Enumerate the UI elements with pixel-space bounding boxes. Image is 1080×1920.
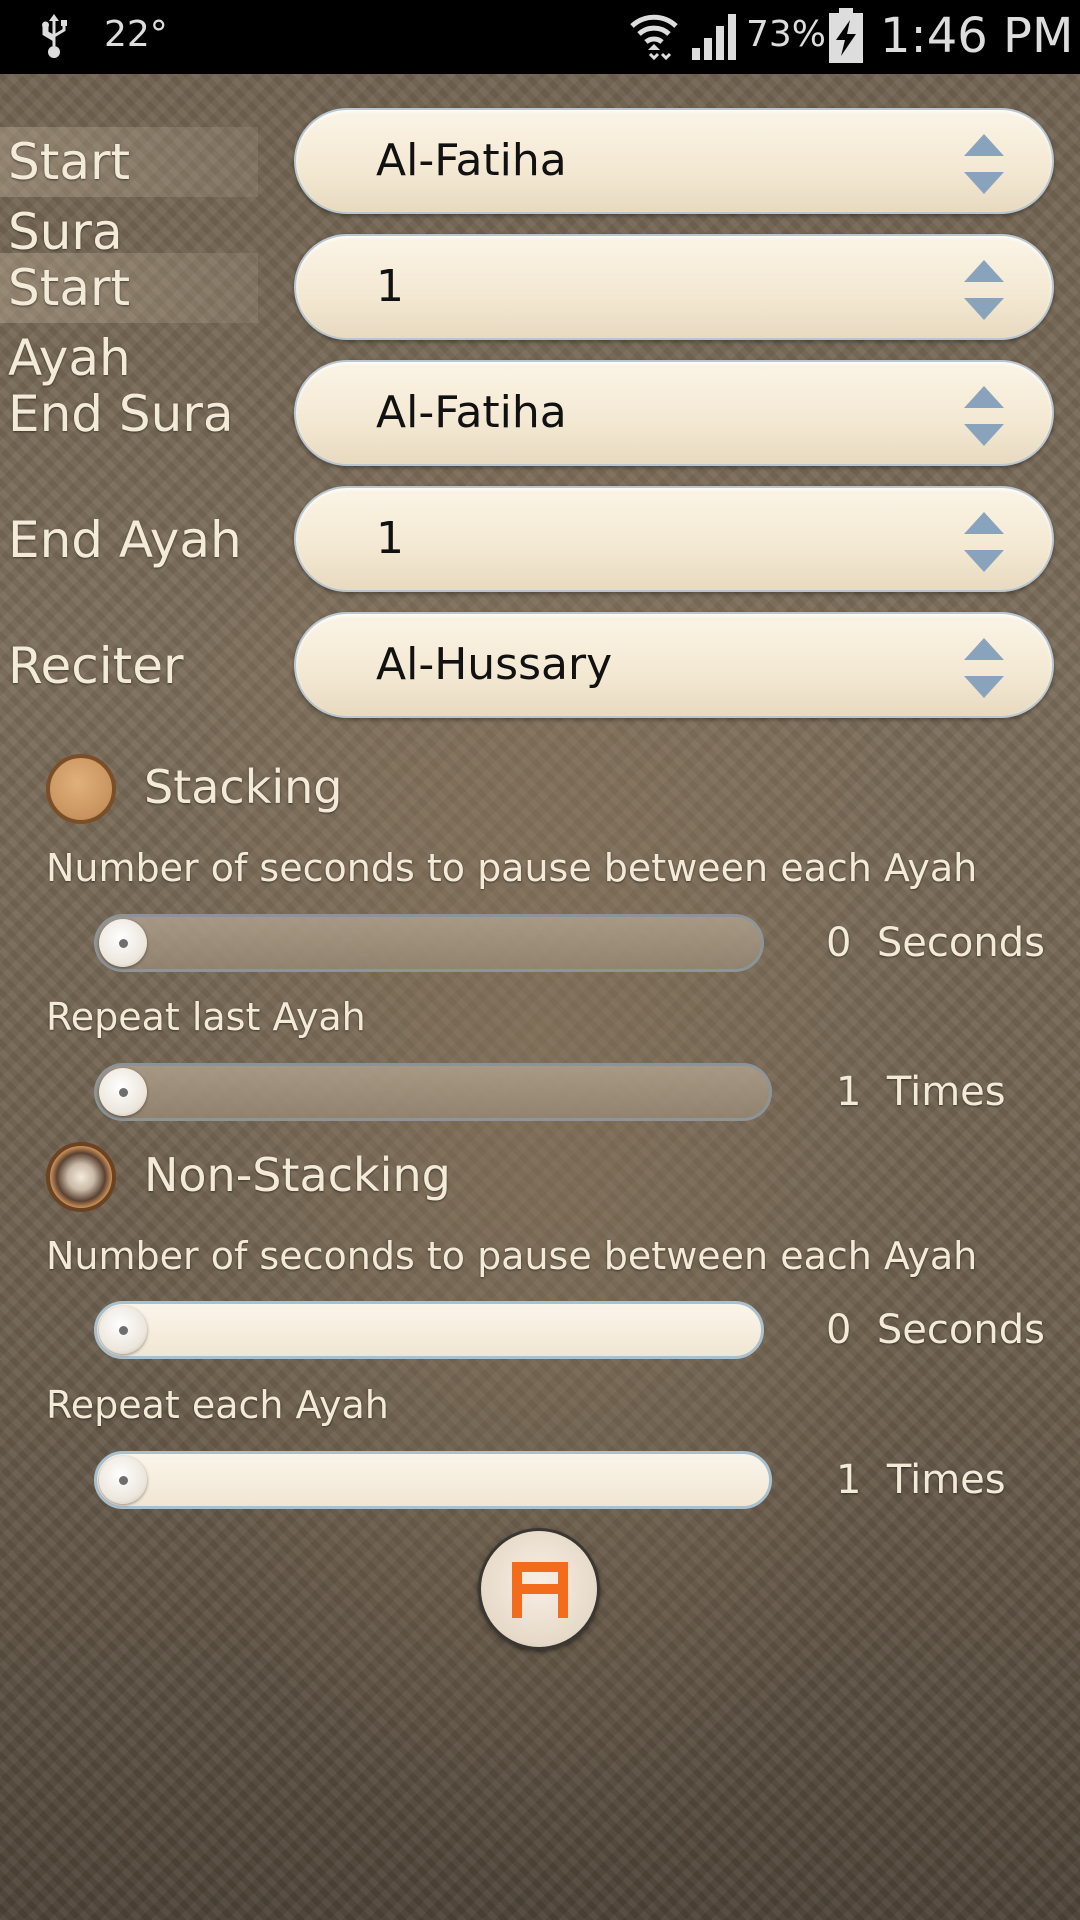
- save-icon: [512, 1562, 568, 1618]
- stacking-repeat-caption: Repeat last Ayah: [46, 995, 366, 1039]
- non-stacking-pause-slider[interactable]: [94, 1301, 764, 1359]
- slider-thumb[interactable]: [99, 919, 147, 967]
- non-stacking-repeat-slider[interactable]: [94, 1451, 772, 1509]
- stacking-repeat-value: 1 Times: [836, 1069, 1006, 1115]
- start-sura-spinner[interactable]: Al-Fatiha: [294, 108, 1054, 214]
- stacking-pause-slider[interactable]: [94, 914, 764, 972]
- start-ayah-label: Start Ayah: [0, 253, 258, 387]
- stacking-pause-value: 0 Seconds: [826, 920, 1045, 966]
- updown-arrows-icon: [964, 134, 1004, 194]
- reciter-value: Al-Hussary: [376, 639, 613, 690]
- reciter-spinner[interactable]: Al-Hussary: [294, 612, 1054, 718]
- status-bar: 22° 73% 1:46 PM: [0, 0, 1080, 74]
- non-stacking-repeat-caption: Repeat each Ayah: [46, 1383, 389, 1427]
- slider-thumb[interactable]: [99, 1306, 147, 1354]
- signal-icon: [692, 14, 736, 60]
- end-sura-label: End Sura: [8, 385, 234, 443]
- usb-icon: [42, 14, 67, 58]
- updown-arrows-icon: [964, 386, 1004, 446]
- slider-thumb[interactable]: [99, 1068, 147, 1116]
- start-ayah-value: 1: [376, 261, 404, 312]
- non-stacking-repeat-value: 1 Times: [836, 1457, 1006, 1503]
- clock: 1:46 PM: [880, 8, 1074, 64]
- non-stacking-label[interactable]: Non-Stacking: [144, 1148, 451, 1202]
- reciter-label: Reciter: [8, 637, 184, 695]
- stacking-label[interactable]: Stacking: [144, 760, 343, 814]
- battery-charging-icon: [829, 8, 863, 63]
- slider-thumb[interactable]: [99, 1456, 147, 1504]
- updown-arrows-icon: [964, 638, 1004, 698]
- battery-percent: 73%: [746, 14, 827, 55]
- non-stacking-pause-value: 0 Seconds: [826, 1307, 1045, 1353]
- stacking-radio[interactable]: [46, 754, 116, 824]
- start-sura-label: Start Sura: [0, 127, 258, 261]
- updown-arrows-icon: [964, 512, 1004, 572]
- stacking-repeat-slider[interactable]: [94, 1063, 772, 1121]
- stacking-pause-caption: Number of seconds to pause between each …: [46, 846, 978, 890]
- end-ayah-label: End Ayah: [8, 511, 242, 569]
- end-ayah-value: 1: [376, 513, 404, 564]
- end-sura-spinner[interactable]: Al-Fatiha: [294, 360, 1054, 466]
- save-button[interactable]: [478, 1528, 600, 1650]
- non-stacking-pause-caption: Number of seconds to pause between each …: [46, 1234, 978, 1278]
- temperature: 22°: [104, 14, 168, 55]
- updown-arrows-icon: [964, 260, 1004, 320]
- start-sura-value: Al-Fatiha: [376, 135, 567, 186]
- wifi-icon: [630, 14, 678, 61]
- start-ayah-spinner[interactable]: 1: [294, 234, 1054, 340]
- end-ayah-spinner[interactable]: 1: [294, 486, 1054, 592]
- non-stacking-radio[interactable]: [46, 1142, 116, 1212]
- end-sura-value: Al-Fatiha: [376, 387, 567, 438]
